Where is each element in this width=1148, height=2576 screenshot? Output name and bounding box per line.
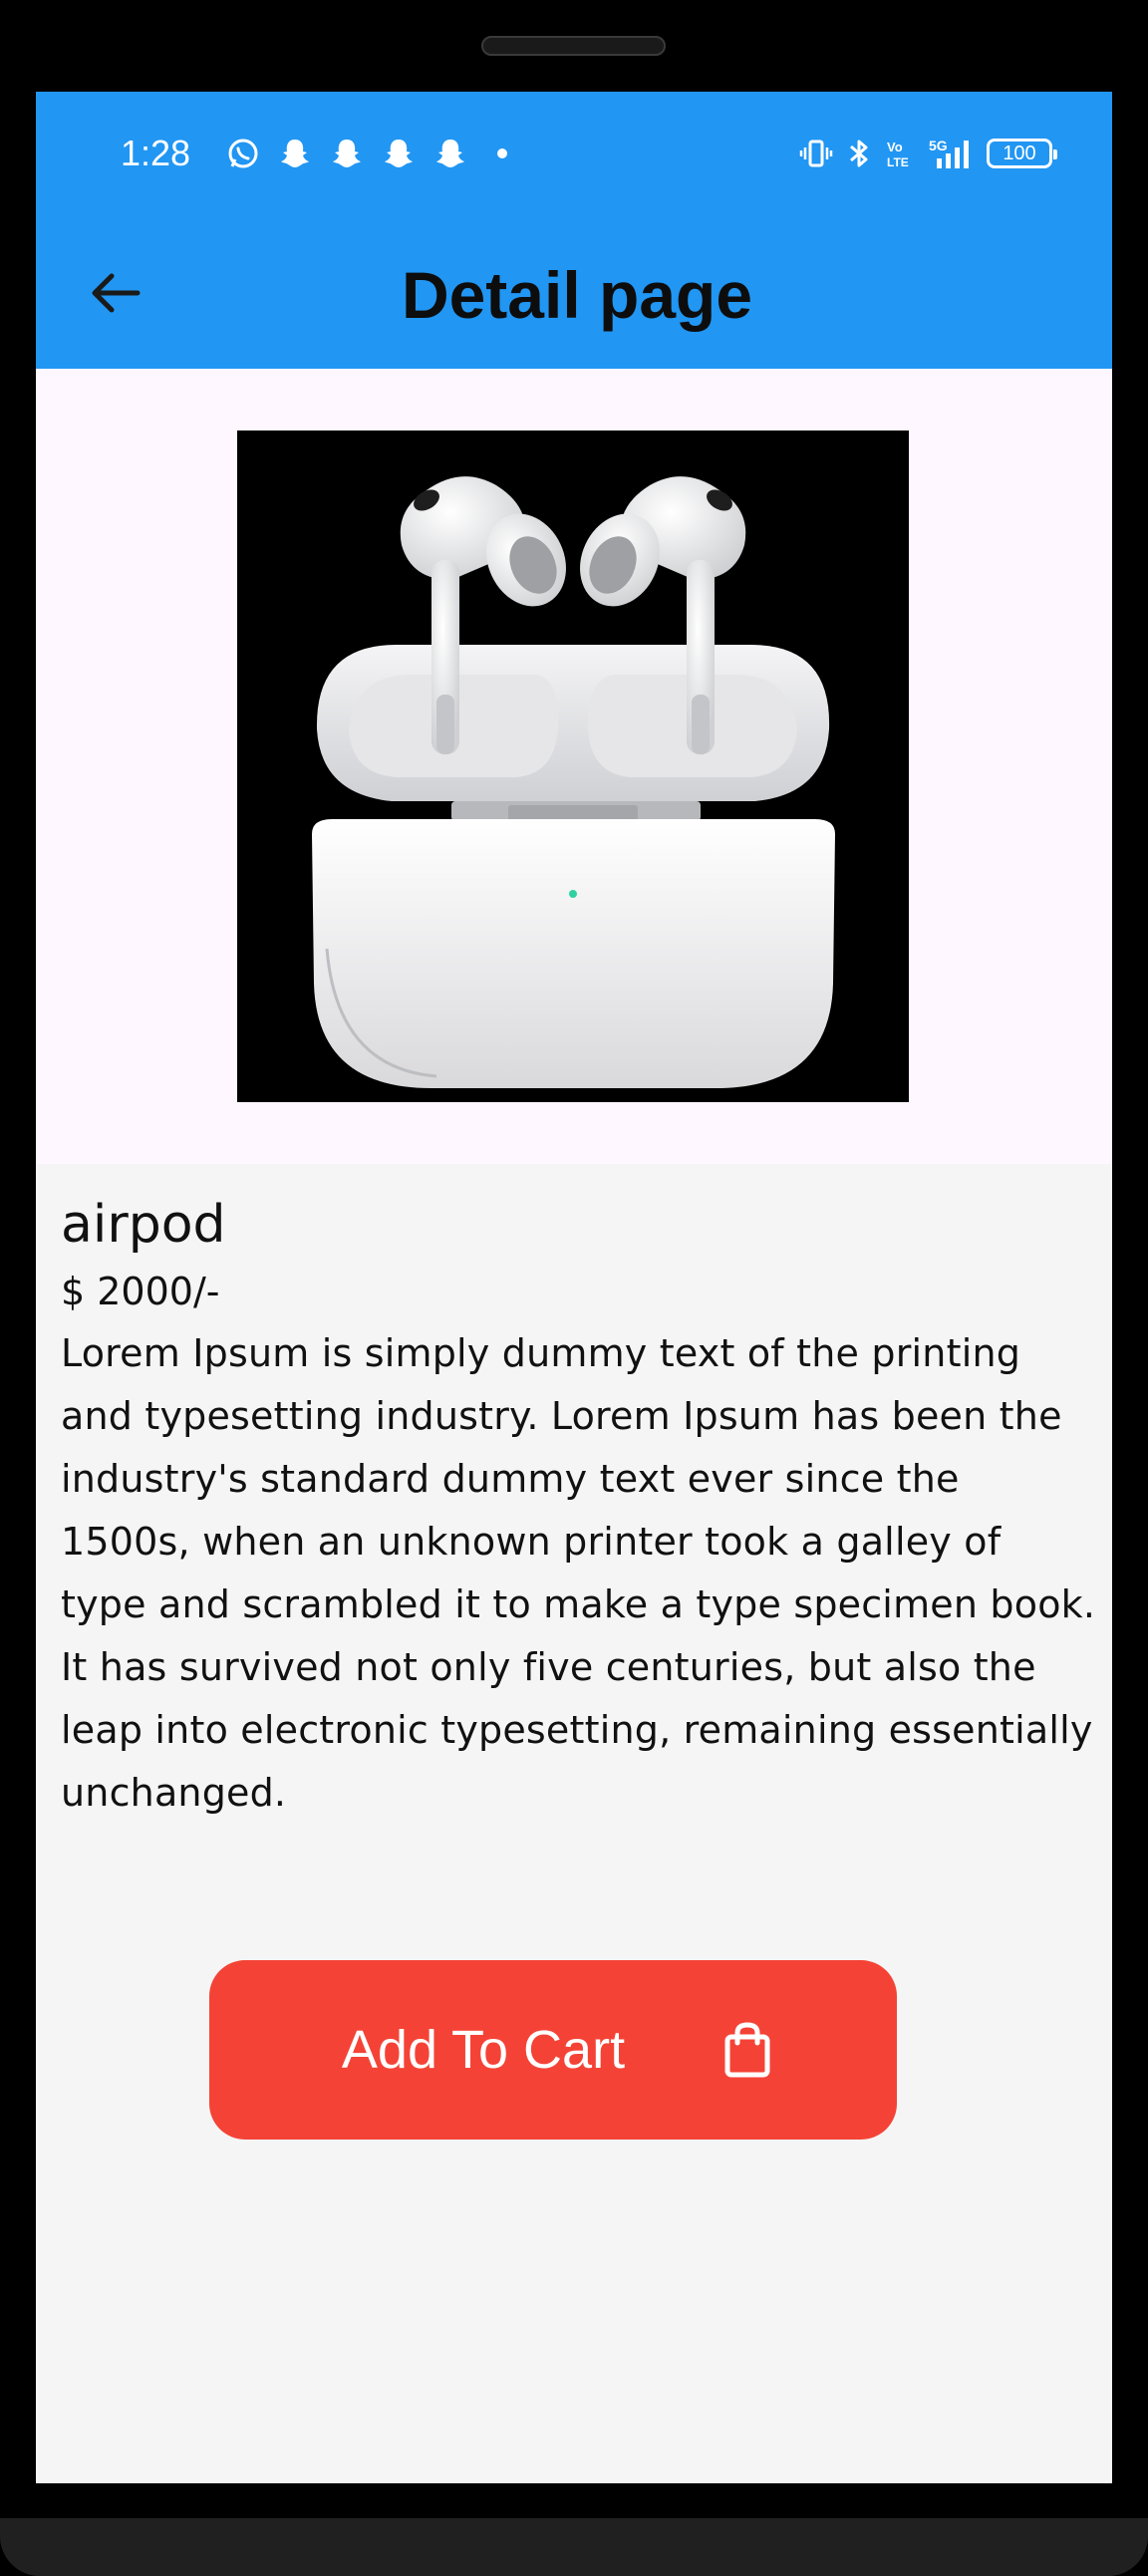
svg-text:LTE: LTE [887,155,909,169]
add-to-cart-button[interactable]: Add To Cart [209,1960,897,2140]
product-name: airpod [61,1195,226,1255]
snapchat-icon [430,134,470,173]
whatsapp-icon [223,134,263,173]
svg-text:5G: 5G [929,138,948,153]
product-details: airpod $ 2000/- Lorem Ipsum is simply du… [61,1193,1097,1825]
status-bar: 1:28 Vo LTE 5G 100 [36,92,1112,221]
app-screen: 1:28 Vo LTE 5G 100 Detail page airpod $ … [36,92,1112,2483]
toolbar: Detail page [36,221,1112,369]
5g-signal-icon: 5G [927,134,973,173]
bluetooth-icon [847,134,871,173]
page-title: Detail page [401,258,753,332]
snapchat-icon [379,134,419,173]
battery-level: 100 [987,139,1057,168]
notification-icons [223,134,534,173]
system-icons: Vo LTE 5G 100 [785,134,1057,173]
app-bar: 1:28 Vo LTE 5G 100 Detail page [36,92,1112,369]
dot-icon [482,134,522,173]
svg-text:Vo: Vo [887,140,903,154]
phone-bottom-bezel [0,2518,1148,2576]
status-time: 1:28 [121,133,191,173]
product-price: $ 2000/- [61,1270,220,1313]
snapchat-icon [275,134,315,173]
add-to-cart-label: Add To Cart [341,2020,626,2080]
phone-speaker [481,36,666,56]
product-image [237,430,909,1102]
phone-frame: 1:28 Vo LTE 5G 100 Detail page airpod $ … [0,0,1148,2576]
product-description: Lorem Ipsum is simply dummy text of the … [61,1331,1096,1815]
volte-icon: Vo LTE [885,134,913,173]
battery-icon: 100 [987,134,1057,173]
snapchat-icon [327,134,367,173]
product-image-section [36,369,1112,1164]
vibrate-icon [799,134,833,173]
shopping-bag-icon [720,2020,774,2080]
